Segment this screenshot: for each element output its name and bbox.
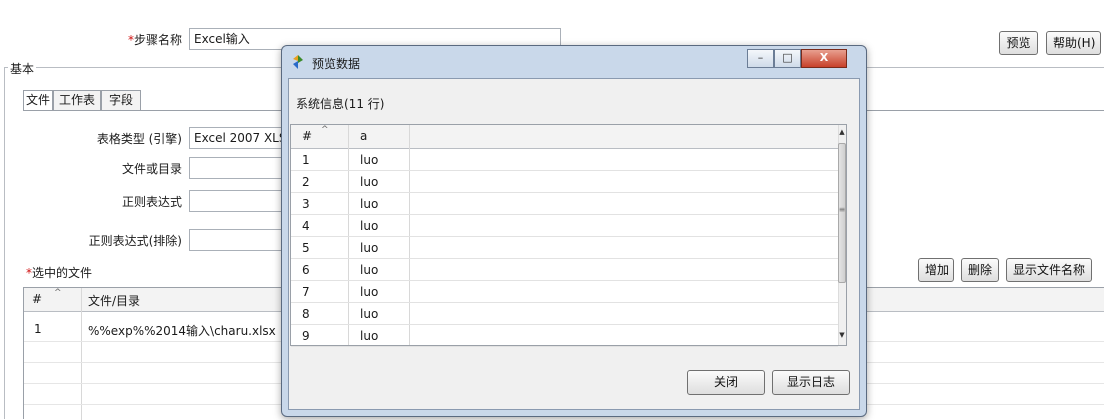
- preview-table-row[interactable]: 5 luo: [291, 237, 838, 259]
- preview-table-row[interactable]: 8 luo: [291, 303, 838, 325]
- preview-table-header: [291, 125, 838, 149]
- preview-data-dialog: 预览数据 – □ X 系统信息(11 行) # ^ a 1 luo 2 luo 3 luo…: [281, 45, 867, 417]
- sort-asc-icon: ^: [54, 288, 62, 298]
- dialog-close-button[interactable]: 关闭: [687, 370, 765, 395]
- step-name-label: *步骤名称: [127, 33, 182, 47]
- preview-table-row[interactable]: 7 luo: [291, 281, 838, 303]
- files-col-divider: [81, 288, 82, 420]
- file-or-dir-label: 文件或目录: [121, 162, 182, 176]
- selected-files-label-text: 选中的文件: [32, 266, 93, 280]
- show-file-names-button[interactable]: 显示文件名称: [1006, 258, 1092, 282]
- preview-row-index: 1: [302, 153, 310, 167]
- dialog-title-bar[interactable]: 预览数据 – □ X: [282, 46, 866, 78]
- files-col-index-header[interactable]: #: [32, 292, 42, 306]
- sort-asc-icon: ^: [321, 125, 329, 135]
- preview-row-a: luo: [360, 329, 379, 343]
- preview-table-row[interactable]: 2 luo: [291, 171, 838, 193]
- selected-files-label: *选中的文件: [26, 266, 93, 280]
- show-log-button[interactable]: 显示日志: [772, 370, 850, 395]
- help-button[interactable]: 帮助(H): [1046, 31, 1101, 55]
- preview-row-a: luo: [360, 263, 379, 277]
- preview-col-a-header[interactable]: a: [360, 129, 367, 143]
- scroll-up-icon[interactable]: ▲: [838, 128, 846, 136]
- preview-row-index: 2: [302, 175, 310, 189]
- preview-row-a: luo: [360, 307, 379, 321]
- preview-table-row[interactable]: 4 luo: [291, 215, 838, 237]
- delete-file-button[interactable]: 删除: [961, 258, 999, 282]
- preview-button[interactable]: 预览: [999, 31, 1038, 55]
- preview-row-a: luo: [360, 285, 379, 299]
- preview-table: # ^ a 1 luo 2 luo 3 luo 4 luo 5 luo 6 luo 7 luo 8 luo 9 l…: [290, 124, 847, 347]
- dialog-info-label: 系统信息(11 行): [296, 97, 385, 111]
- preview-row-a: luo: [360, 175, 379, 189]
- preview-row-a: luo: [360, 153, 379, 167]
- tab-worksheet[interactable]: 工作表: [53, 90, 101, 110]
- tab-fields[interactable]: 字段: [101, 90, 141, 110]
- preview-row-index: 8: [302, 307, 310, 321]
- scroll-down-icon[interactable]: ▼: [838, 331, 846, 339]
- preview-row-a: luo: [360, 241, 379, 255]
- preview-row-a: luo: [360, 197, 379, 211]
- files-row-index: 1: [34, 322, 42, 336]
- preview-row-a: luo: [360, 219, 379, 233]
- preview-row-index: 7: [302, 285, 310, 299]
- files-col-path-header[interactable]: 文件/目录: [88, 292, 140, 309]
- basic-group-label: 基本: [8, 60, 37, 77]
- sheet-type-label: 表格类型 (引擎): [96, 132, 182, 146]
- tab-file[interactable]: 文件: [23, 90, 53, 110]
- preview-table-row[interactable]: 1 luo: [291, 149, 838, 171]
- preview-row-index: 5: [302, 241, 310, 255]
- regex-label: 正则表达式: [121, 195, 182, 209]
- preview-row-index: 4: [302, 219, 310, 233]
- preview-row-index: 9: [302, 329, 310, 343]
- minimize-button[interactable]: –: [747, 49, 774, 68]
- preview-col-index-header[interactable]: #: [302, 129, 312, 143]
- regex-exclude-label: 正则表达式(排除): [88, 234, 182, 248]
- files-row-path[interactable]: %%exp%%2014输入\charu.xlsx: [88, 322, 276, 339]
- window-close-button[interactable]: X: [801, 49, 847, 68]
- add-file-button[interactable]: 增加: [918, 258, 954, 282]
- preview-table-row[interactable]: 6 luo: [291, 259, 838, 281]
- scroll-grip-icon: ≡: [838, 205, 846, 214]
- maximize-button[interactable]: □: [774, 49, 801, 68]
- step-name-label-text: 步骤名称: [133, 33, 182, 47]
- dialog-title: 预览数据: [312, 57, 361, 71]
- preview-row-index: 6: [302, 263, 310, 277]
- app-logo-icon: [293, 55, 303, 69]
- preview-table-row[interactable]: 9 luo: [291, 325, 838, 347]
- preview-table-row[interactable]: 3 luo: [291, 193, 838, 215]
- preview-row-index: 3: [302, 197, 310, 211]
